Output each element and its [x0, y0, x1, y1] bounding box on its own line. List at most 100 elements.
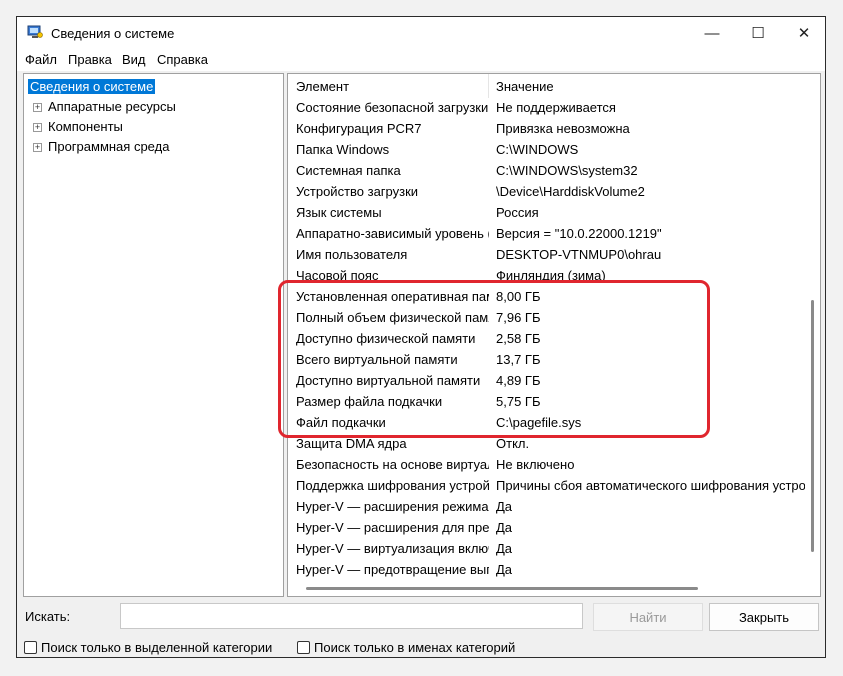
- system-info-app-icon: [27, 25, 43, 38]
- tree-item-hardware-resources[interactable]: + Аппаратные ресурсы: [24, 98, 274, 116]
- row-item-name: Hyper-V — расширения режима мониторинга: [296, 499, 489, 514]
- vertical-scrollbar[interactable]: [805, 74, 820, 581]
- option-search-category-names[interactable]: Поиск только в именах категорий: [297, 638, 515, 656]
- table-row[interactable]: Системная папка C:\WINDOWS\system32: [288, 161, 803, 182]
- details-list[interactable]: Элемент Значение Состояние безопасной за…: [287, 73, 821, 597]
- menu-bar: Файл Правка Вид Справка: [17, 49, 825, 71]
- table-row[interactable]: Доступно физической памяти 2,58 ГБ: [288, 329, 803, 350]
- table-row[interactable]: Аппаратно-зависимый уровень (HAL) Версия …: [288, 224, 803, 245]
- tree-item-system-summary[interactable]: Сведения о системе: [28, 78, 156, 96]
- row-item-value: 4,89 ГБ: [496, 373, 541, 388]
- menu-edit[interactable]: Правка: [68, 52, 112, 67]
- row-item-value: DESKTOP-VTNMUP0\ohrau: [496, 247, 662, 262]
- table-row[interactable]: Поддержка шифрования устройства Причины с…: [288, 476, 806, 497]
- category-tree[interactable]: Сведения о системе + Аппаратные ресурсы …: [23, 73, 284, 597]
- table-row[interactable]: Полный объем физической памяти 7,96 ГБ: [288, 308, 803, 329]
- expand-icon[interactable]: +: [33, 143, 42, 152]
- row-item-value: Не поддерживается: [496, 100, 616, 115]
- row-item-value: Да: [496, 520, 513, 535]
- row-item-value: Откл.: [496, 436, 530, 451]
- column-header-item[interactable]: Элемент: [296, 74, 486, 98]
- row-item-name: Имя пользователя: [296, 247, 408, 262]
- menu-help[interactable]: Справка: [157, 52, 208, 67]
- row-item-name: Hyper-V — предотвращение выполнения данн…: [296, 562, 489, 577]
- row-item-value: Да: [496, 562, 513, 577]
- table-row[interactable]: Файл подкачки C:\pagefile.sys: [288, 413, 803, 434]
- row-item-value: 8,00 ГБ: [496, 289, 541, 304]
- title-bar[interactable]: Сведения о системе — ☐ ✕: [17, 17, 825, 49]
- row-item-name: Устройство загрузки: [296, 184, 419, 199]
- row-item-value: \Device\HarddiskVolume2: [496, 184, 645, 199]
- column-divider[interactable]: [488, 74, 489, 98]
- row-item-value: 7,96 ГБ: [496, 310, 541, 325]
- find-button[interactable]: Найти: [593, 603, 703, 631]
- maximize-button[interactable]: ☐: [735, 17, 781, 49]
- table-row[interactable]: Устройство загрузки \Device\HarddiskVolum…: [288, 182, 803, 203]
- row-item-name: Файл подкачки: [296, 415, 386, 430]
- row-item-name: Hyper-V — виртуализация включена: [296, 541, 489, 556]
- table-row[interactable]: Hyper-V — виртуализация включена Да: [288, 539, 803, 560]
- table-row[interactable]: Имя пользователя DESKTOP-VTNMUP0\ohrau: [288, 245, 803, 266]
- table-row[interactable]: Конфигурация PCR7 Привязка невозможна: [288, 119, 803, 140]
- horizontal-scrollbar[interactable]: [288, 581, 805, 596]
- table-row[interactable]: Доступно виртуальной памяти 4,89 ГБ: [288, 371, 803, 392]
- expand-icon[interactable]: +: [33, 123, 42, 132]
- row-item-value: C:\WINDOWS: [496, 142, 579, 157]
- minimize-icon: —: [704, 24, 720, 42]
- menu-view[interactable]: Вид: [122, 52, 146, 67]
- close-dialog-button[interactable]: Закрыть: [709, 603, 819, 631]
- minimize-button[interactable]: —: [689, 17, 735, 49]
- close-button[interactable]: ✕: [781, 17, 825, 49]
- vertical-scroll-thumb[interactable]: [811, 300, 814, 552]
- horizontal-scroll-thumb[interactable]: [306, 587, 698, 590]
- column-header-value[interactable]: Значение: [496, 74, 696, 98]
- row-item-value: C:\WINDOWS\system32: [496, 163, 638, 178]
- table-row[interactable]: Установленная оперативная память (RAM) 8,…: [288, 287, 803, 308]
- option-search-selected-category[interactable]: Поиск только в выделенной категории: [24, 638, 272, 656]
- row-item-value: Финляндия (зима): [496, 268, 606, 283]
- row-item-name: Hyper-V — расширения для преобразования …: [296, 520, 489, 535]
- row-item-value: Не включено: [496, 457, 575, 472]
- search-input[interactable]: [120, 603, 583, 629]
- search-label: Искать:: [25, 609, 71, 624]
- checkbox-label: Поиск только в именах категорий: [314, 639, 516, 655]
- checkbox-selected-category[interactable]: [24, 640, 37, 654]
- row-item-name: Всего виртуальной памяти: [296, 352, 458, 367]
- table-row[interactable]: Защита DMA ядра Откл.: [288, 434, 803, 455]
- row-item-name: Часовой пояс: [296, 268, 379, 283]
- row-item-name: Язык системы: [296, 205, 382, 220]
- row-item-name: Состояние безопасной загрузки: [296, 100, 489, 115]
- checkbox-label: Поиск только в выделенной категории: [41, 639, 273, 655]
- table-row[interactable]: Hyper-V — расширения для преобразования …: [288, 518, 803, 539]
- table-row[interactable]: Hyper-V — расширения режима мониторинга Д…: [288, 497, 803, 518]
- row-item-name: Размер файла подкачки: [296, 394, 443, 409]
- table-row[interactable]: Размер файла подкачки 5,75 ГБ: [288, 392, 803, 413]
- table-row[interactable]: Всего виртуальной памяти 13,7 ГБ: [288, 350, 803, 371]
- row-item-name: Защита DMA ядра: [296, 436, 407, 451]
- tree-item-components[interactable]: + Компоненты: [24, 118, 274, 136]
- row-item-value: Да: [496, 541, 513, 556]
- expand-icon[interactable]: +: [33, 103, 42, 112]
- row-item-name: Конфигурация PCR7: [296, 121, 422, 136]
- row-item-name: Системная папка: [296, 163, 401, 178]
- checkbox-category-names[interactable]: [297, 640, 310, 654]
- row-item-value: Да: [496, 499, 513, 514]
- table-row[interactable]: Часовой пояс Финляндия (зима): [288, 266, 803, 287]
- maximize-icon: ☐: [751, 25, 765, 42]
- row-item-name: Поддержка шифрования устройства: [296, 478, 489, 493]
- msinfo-window: Сведения о системе — ☐ ✕ Файл Правка Вид…: [16, 16, 826, 658]
- tree-item-software-environment[interactable]: + Программная среда: [24, 138, 274, 156]
- row-item-value: 13,7 ГБ: [496, 352, 541, 367]
- table-row[interactable]: Язык системы Россия: [288, 203, 803, 224]
- table-row[interactable]: Состояние безопасной загрузки Не поддержи…: [288, 98, 803, 119]
- row-item-name: Аппаратно-зависимый уровень (HAL): [296, 226, 489, 241]
- tree-item-label: Аппаратные ресурсы: [48, 99, 176, 114]
- row-item-name: Полный объем физической памяти: [296, 310, 489, 325]
- menu-file[interactable]: Файл: [25, 52, 57, 67]
- table-row[interactable]: Hyper-V — предотвращение выполнения данн…: [288, 560, 803, 581]
- row-item-name: Папка Windows: [296, 142, 390, 157]
- tree-item-label: Сведения о системе: [28, 79, 156, 94]
- table-row[interactable]: Безопасность на основе виртуализации Не в…: [288, 455, 803, 476]
- row-item-value: 2,58 ГБ: [496, 331, 541, 346]
- table-row[interactable]: Папка Windows C:\WINDOWS: [288, 140, 803, 161]
